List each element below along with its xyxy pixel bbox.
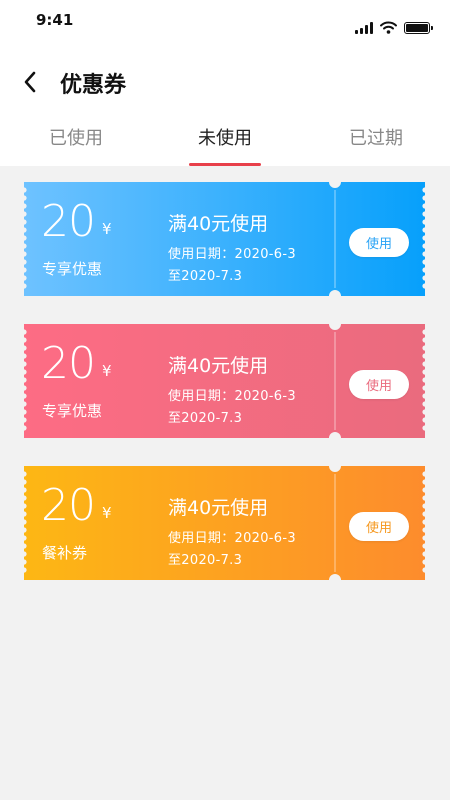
coupon-card: 20 ¥ 专享优惠 满40元使用 使用日期：2020-6-3 至2020-7.3… xyxy=(24,182,425,296)
coupon-date-start: 使用日期：2020-6-3 xyxy=(168,247,296,262)
use-button[interactable]: 使用 xyxy=(349,512,409,541)
coupon-card: 20 ¥ 餐补券 满40元使用 使用日期：2020-6-3 至2020-7.3 … xyxy=(24,466,425,580)
coupon-currency: ¥ xyxy=(102,504,112,522)
nav-bar: 优惠券 xyxy=(0,56,450,108)
coupon-type: 专享优惠 xyxy=(42,260,103,278)
coupon-amount: 20 xyxy=(41,338,96,389)
coupon-type: 专享优惠 xyxy=(42,402,103,420)
coupon-type: 餐补券 xyxy=(42,544,88,562)
tab-unused[interactable]: 未使用 xyxy=(165,124,285,150)
status-icons xyxy=(355,20,433,34)
coupon-date-end: 至2020-7.3 xyxy=(168,269,243,284)
chevron-left-icon xyxy=(24,71,36,93)
use-button[interactable]: 使用 xyxy=(349,370,409,399)
battery-icon xyxy=(404,22,433,34)
header-area: 9:41 优惠券 已使用 未使用 已过期 xyxy=(0,0,450,166)
page-title: 优惠券 xyxy=(60,73,127,98)
status-bar: 9:41 xyxy=(0,0,450,44)
use-button[interactable]: 使用 xyxy=(349,228,409,257)
coupon-amount: 20 xyxy=(41,480,96,531)
coupon-date-end: 至2020-7.3 xyxy=(168,553,243,568)
coupon-card: 20 ¥ 专享优惠 满40元使用 使用日期：2020-6-3 至2020-7.3… xyxy=(24,324,425,438)
coupon-condition: 满40元使用 xyxy=(168,497,269,519)
coupon-condition: 满40元使用 xyxy=(168,355,269,377)
coupon-condition: 满40元使用 xyxy=(168,213,269,235)
coupon-date-start: 使用日期：2020-6-3 xyxy=(168,389,296,404)
signal-icon xyxy=(355,22,373,34)
coupon-amount: 20 xyxy=(41,196,96,247)
active-tab-indicator xyxy=(189,163,261,166)
status-time: 9:41 xyxy=(36,11,74,29)
tab-bar: 已使用 未使用 已过期 xyxy=(0,112,450,166)
coupon-currency: ¥ xyxy=(102,362,112,380)
coupon-date-start: 使用日期：2020-6-3 xyxy=(168,531,296,546)
back-button[interactable] xyxy=(14,66,46,98)
coupon-currency: ¥ xyxy=(102,220,112,238)
coupon-date-end: 至2020-7.3 xyxy=(168,411,243,426)
tab-used[interactable]: 已使用 xyxy=(16,124,136,150)
wifi-icon xyxy=(380,21,397,34)
tab-expired[interactable]: 已过期 xyxy=(316,124,436,150)
